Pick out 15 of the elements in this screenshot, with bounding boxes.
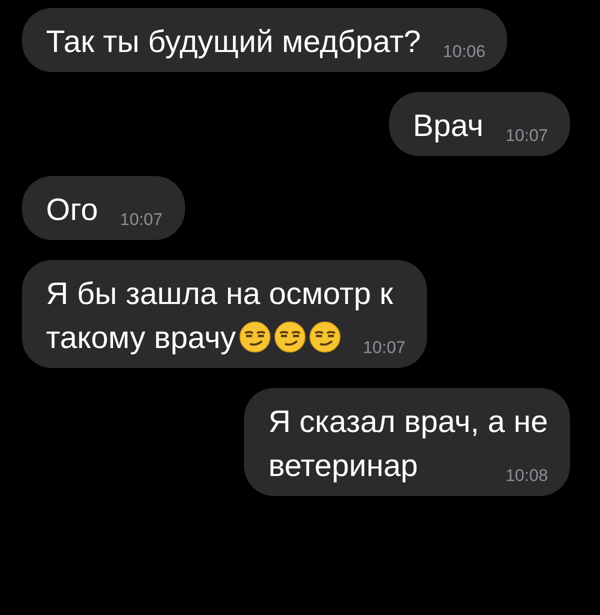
smirk-emoji-icon [274,321,306,354]
message-text: Врач [412,108,484,144]
smirk-emoji-icon [238,321,271,354]
message-time: 10:07 [362,337,406,360]
message-text: Я сказал врач, а не [268,403,548,442]
message-time: 10:07 [505,125,548,148]
message-time: 10:06 [442,41,486,63]
message-text: ветеринар [268,448,418,484]
message-text: Так ты будущий медбрат? [46,24,421,59]
message-time: 10:07 [120,209,163,232]
smirk-emoji-icon [308,321,341,354]
message-text: Ого [46,192,98,228]
message-text: такому врачу [46,320,236,356]
message-time: 10:08 [505,465,548,488]
message-text: Я бы зашла на осмотр к [46,275,394,314]
